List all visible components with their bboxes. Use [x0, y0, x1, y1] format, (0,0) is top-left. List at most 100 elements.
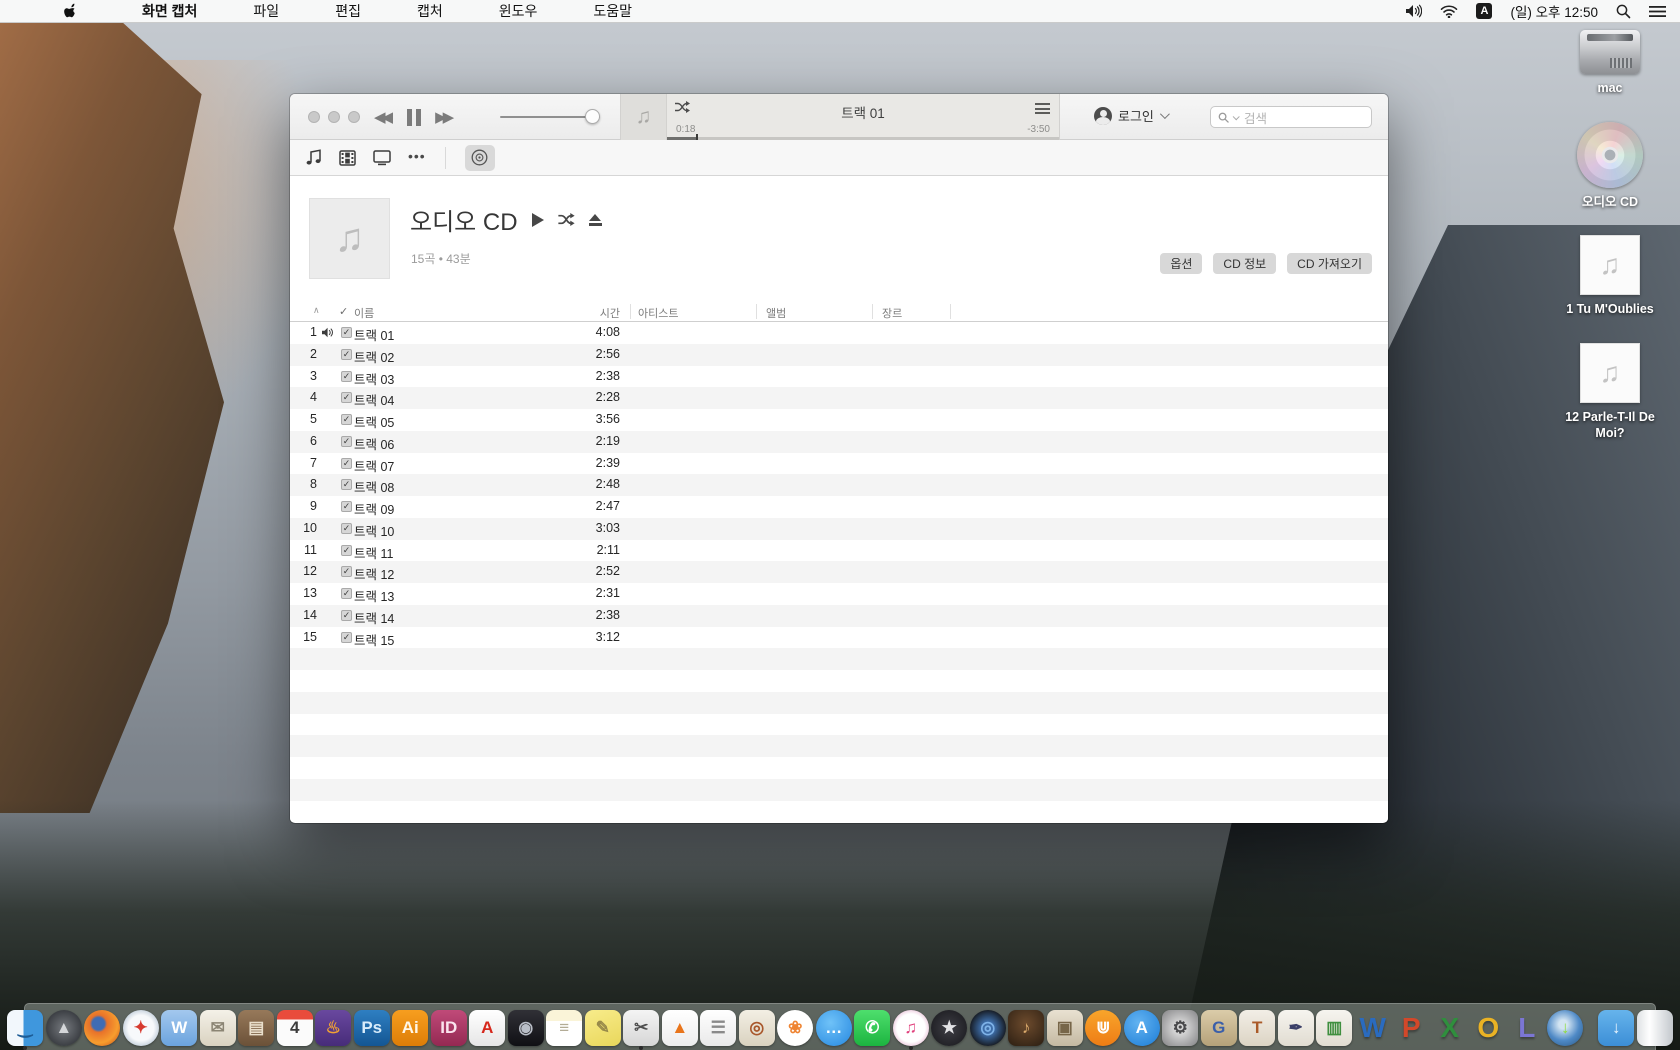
dock-item-facetime[interactable]: ✆: [854, 1010, 890, 1046]
dock-item-finder[interactable]: ‿: [7, 1010, 43, 1046]
toast-icon[interactable]: ♨: [315, 1010, 351, 1046]
disc-burner-icon[interactable]: ◎: [970, 1010, 1006, 1046]
reminders-icon[interactable]: ☰: [700, 1010, 736, 1046]
dock-item-safari[interactable]: ✦: [123, 1010, 159, 1046]
dock-item-pages[interactable]: ✒: [1278, 1010, 1314, 1046]
wifi-icon[interactable]: [1440, 5, 1458, 18]
track-row[interactable]: 5✓트랙 053:56: [290, 409, 1388, 431]
audio-icon[interactable]: ♫: [1580, 343, 1640, 403]
zoom-button[interactable]: [348, 111, 360, 123]
dock-item-textedit[interactable]: ≡: [546, 1010, 582, 1046]
cd-import-button[interactable]: CD 가져오기: [1287, 253, 1372, 274]
grab-icon[interactable]: ✂: [623, 1010, 659, 1046]
track-row[interactable]: 7✓트랙 072:39: [290, 453, 1388, 475]
dock-item-powerpoint[interactable]: P: [1393, 1010, 1429, 1046]
facetime-icon[interactable]: ✆: [854, 1010, 890, 1046]
track-row[interactable]: 3✓트랙 032:38: [290, 366, 1388, 388]
acrobat-icon[interactable]: A: [469, 1010, 505, 1046]
pause-button[interactable]: [407, 109, 421, 126]
track-row[interactable]: 1✓트랙 014:08: [290, 322, 1388, 344]
more-media-icon[interactable]: •••: [408, 148, 426, 168]
map-tool-icon[interactable]: ◎: [739, 1010, 775, 1046]
shuffle-album-icon[interactable]: [558, 213, 575, 226]
track-row[interactable]: 6✓트랙 062:19: [290, 431, 1388, 453]
dock-item-itunes[interactable]: ♫: [893, 1010, 929, 1046]
powerpoint-icon[interactable]: P: [1393, 1010, 1429, 1046]
music-tab-icon[interactable]: [306, 149, 322, 166]
dock-item-disc-burner[interactable]: ◎: [970, 1010, 1006, 1046]
app-store-icon[interactable]: A: [1124, 1010, 1160, 1046]
menu-item-edit[interactable]: 편집: [335, 1, 361, 21]
spotlight-icon[interactable]: [1616, 4, 1631, 19]
play-album-icon[interactable]: [532, 213, 544, 227]
dock-item-map-tool[interactable]: ◎: [739, 1010, 775, 1046]
numbers-icon[interactable]: ▥: [1316, 1010, 1352, 1046]
menu-app-name[interactable]: 화면 캡처: [142, 1, 197, 21]
dock-item-calendar[interactable]: 4: [277, 1010, 313, 1046]
dock-item-illustrator[interactable]: Ai: [392, 1010, 428, 1046]
eject-icon[interactable]: [589, 214, 602, 226]
dock-item-launchpad[interactable]: ▲: [46, 1010, 82, 1046]
dock-item-photos[interactable]: ❀: [777, 1010, 813, 1046]
volume-slider[interactable]: [500, 116, 600, 118]
dock-item-imovie[interactable]: ★: [931, 1010, 967, 1046]
next-track-button[interactable]: ▶▶: [435, 108, 454, 126]
dock-item-vlc[interactable]: ▲: [662, 1010, 698, 1046]
stickies-icon[interactable]: ✎: [585, 1010, 621, 1046]
column-artist[interactable]: 아티스트: [638, 305, 678, 321]
track-row[interactable]: 9✓트랙 092:47: [290, 496, 1388, 518]
apple-menu-icon[interactable]: [64, 3, 78, 19]
cd-info-button[interactable]: CD 정보: [1213, 253, 1276, 274]
track-checkbox[interactable]: ✓: [341, 327, 352, 338]
contacts-icon[interactable]: ▤: [238, 1010, 274, 1046]
keynote-icon[interactable]: T: [1239, 1010, 1275, 1046]
column-album[interactable]: 앨범: [766, 305, 786, 321]
indesign-icon[interactable]: ID: [431, 1010, 467, 1046]
track-row[interactable]: 12✓트랙 122:52: [290, 561, 1388, 583]
track-checkbox[interactable]: ✓: [341, 610, 352, 621]
audio-icon[interactable]: ♫: [1580, 235, 1640, 295]
drive-icon[interactable]: [1580, 30, 1640, 74]
audio-cd-tab-selected[interactable]: [465, 145, 495, 171]
column-genre[interactable]: 장르: [882, 305, 902, 321]
window-titlebar[interactable]: ◀◀ ▶▶ ♫ 트랙 01 0:18 -3:50: [290, 94, 1388, 140]
vlc-icon[interactable]: ▲: [662, 1010, 698, 1046]
track-row[interactable]: 14✓트랙 142:38: [290, 605, 1388, 627]
itunes-icon[interactable]: ♫: [893, 1010, 929, 1046]
ibooks-icon[interactable]: ⋓: [1085, 1010, 1121, 1046]
dock-item-indesign[interactable]: ID: [431, 1010, 467, 1046]
column-divider[interactable]: [630, 304, 631, 319]
dock-item-toast[interactable]: ♨: [315, 1010, 351, 1046]
volume-knob[interactable]: [585, 109, 600, 124]
track-row[interactable]: 11✓트랙 112:11: [290, 540, 1388, 562]
desktop-icon-drive[interactable]: mac: [1580, 30, 1640, 97]
dock-item-outlook[interactable]: O: [1470, 1010, 1506, 1046]
dock-item-numbers[interactable]: ▥: [1316, 1010, 1352, 1046]
dock-item-garageband[interactable]: ♪: [1008, 1010, 1044, 1046]
track-checkbox[interactable]: ✓: [341, 371, 352, 382]
track-row[interactable]: 15✓트랙 153:12: [290, 627, 1388, 649]
track-checkbox[interactable]: ✓: [341, 588, 352, 599]
installer-g-icon[interactable]: G: [1201, 1010, 1237, 1046]
dock-item-word[interactable]: W: [1355, 1010, 1391, 1046]
track-checkbox[interactable]: ✓: [341, 501, 352, 512]
messages-icon[interactable]: …: [816, 1010, 852, 1046]
photos-icon[interactable]: ❀: [777, 1010, 813, 1046]
column-divider[interactable]: [756, 304, 757, 319]
track-checkbox[interactable]: ✓: [341, 392, 352, 403]
track-checkbox[interactable]: ✓: [341, 566, 352, 577]
word-icon[interactable]: W: [1355, 1010, 1391, 1046]
track-row[interactable]: 4✓트랙 042:28: [290, 387, 1388, 409]
illustrator-icon[interactable]: Ai: [392, 1010, 428, 1046]
w-globe-app-icon[interactable]: W: [161, 1010, 197, 1046]
downloads-folder-icon[interactable]: ↓: [1598, 1010, 1634, 1046]
track-checkbox[interactable]: ✓: [341, 523, 352, 534]
dock-item-contacts[interactable]: ▤: [238, 1010, 274, 1046]
dock-item-acrobat[interactable]: A: [469, 1010, 505, 1046]
dock-item-app-store[interactable]: A: [1124, 1010, 1160, 1046]
menu-item-help[interactable]: 도움말: [593, 1, 632, 21]
dock-item-lync[interactable]: L: [1509, 1010, 1545, 1046]
dock-item-w-globe-app[interactable]: W: [161, 1010, 197, 1046]
dock-item-stickies[interactable]: ✎: [585, 1010, 621, 1046]
column-divider[interactable]: [950, 304, 951, 319]
